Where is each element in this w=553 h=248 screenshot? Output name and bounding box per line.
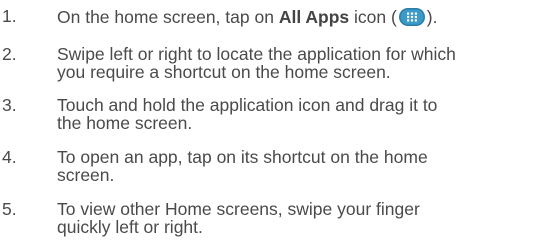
step-text-line: the home screen. — [57, 113, 193, 133]
step-text-line: To view other Home screens, swipe your f… — [57, 199, 420, 219]
step-text-line: Swipe left or right to locate the applic… — [57, 44, 456, 64]
step-text-line: To open an app, tap on its shortcut on t… — [57, 147, 428, 167]
step-text-line: screen. — [57, 165, 115, 185]
step-text-part: icon ( — [349, 7, 397, 27]
step-text: To view other Home screens, swipe your f… — [57, 200, 551, 236]
step-text-line: Touch and hold the application icon and … — [57, 95, 438, 115]
step-text-line: quickly left or right. — [57, 217, 203, 237]
all-apps-icon — [398, 8, 425, 26]
step-text: Swipe left or right to locate the applic… — [57, 45, 551, 81]
step-number: 1. — [2, 6, 17, 26]
step-number: 4. — [2, 147, 17, 167]
step-text-part: ). — [426, 7, 438, 27]
step-text: Touch and hold the application icon and … — [57, 96, 551, 132]
step-text: On the home screen, tap on All Apps icon… — [57, 7, 551, 27]
step-number: 2. — [2, 44, 17, 64]
step-text: To open an app, tap on its shortcut on t… — [57, 148, 551, 184]
step-text-part: On the home screen, tap on — [57, 7, 279, 27]
step-number: 3. — [2, 95, 17, 115]
all-apps-label: All Apps — [278, 7, 350, 27]
step-number: 5. — [2, 199, 17, 219]
step-text-line: you require a shortcut on the home scree… — [57, 62, 391, 82]
